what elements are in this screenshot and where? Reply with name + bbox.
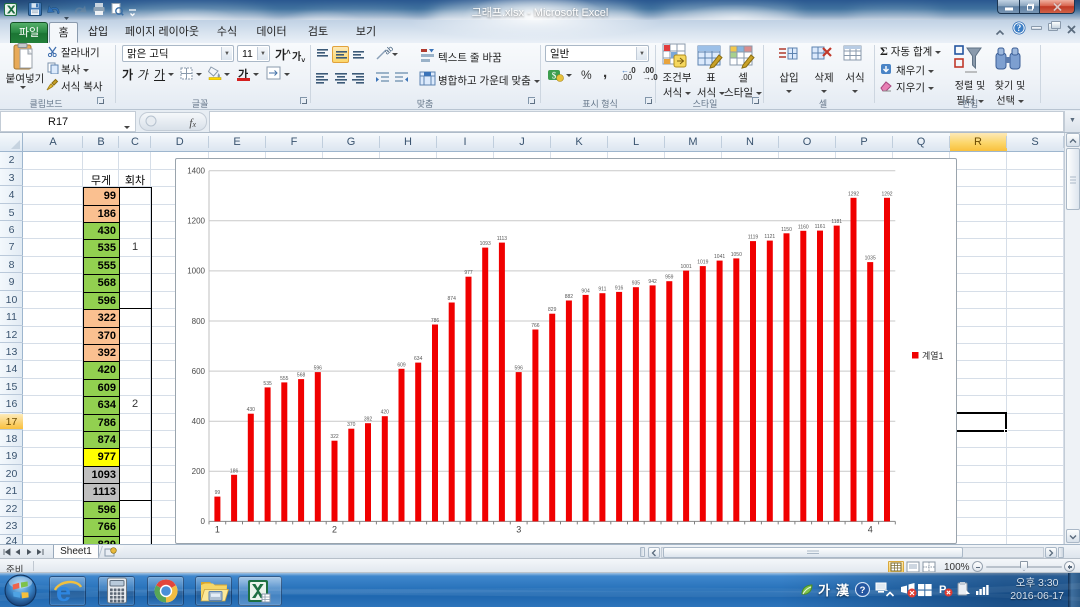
svg-text:1181: 1181 — [831, 219, 842, 225]
svg-text:fx: fx — [189, 117, 196, 129]
svg-text:1160: 1160 — [798, 224, 809, 230]
svg-text:1: 1 — [215, 524, 220, 534]
svg-text:911: 911 — [598, 287, 606, 293]
svg-text:959: 959 — [665, 275, 674, 281]
svg-text:1161: 1161 — [815, 224, 826, 230]
svg-text:942: 942 — [648, 279, 657, 285]
svg-text:99: 99 — [215, 490, 221, 496]
svg-text:1035: 1035 — [865, 256, 876, 262]
svg-text:800: 800 — [192, 317, 206, 326]
svg-text:874: 874 — [448, 296, 457, 302]
svg-text:535: 535 — [263, 381, 272, 387]
svg-text:829: 829 — [548, 307, 557, 313]
svg-text:186: 186 — [230, 468, 239, 474]
svg-text:계열1: 계열1 — [922, 350, 944, 361]
svg-text:400: 400 — [192, 417, 206, 426]
svg-text:$: $ — [552, 71, 557, 81]
svg-text:392: 392 — [364, 417, 373, 423]
svg-text:1200: 1200 — [187, 217, 205, 226]
svg-text:?: ? — [1017, 23, 1022, 33]
svg-text:1292: 1292 — [881, 191, 892, 197]
svg-text:200: 200 — [192, 467, 206, 476]
svg-text:1119: 1119 — [748, 235, 759, 241]
svg-text:0: 0 — [201, 517, 206, 526]
svg-text:904: 904 — [581, 288, 590, 294]
svg-text:882: 882 — [565, 294, 574, 300]
svg-text:1150: 1150 — [781, 227, 792, 233]
svg-text:1019: 1019 — [697, 260, 708, 266]
svg-text:935: 935 — [632, 281, 641, 287]
svg-text:555: 555 — [280, 376, 289, 382]
svg-text:1093: 1093 — [480, 241, 491, 247]
svg-text:609: 609 — [397, 362, 406, 368]
svg-text:1000: 1000 — [187, 267, 205, 276]
svg-text:?: ? — [860, 585, 866, 596]
svg-text:786: 786 — [431, 318, 440, 324]
svg-text:4: 4 — [868, 524, 873, 534]
svg-text:634: 634 — [414, 356, 423, 362]
svg-text:600: 600 — [192, 367, 206, 376]
svg-text:1113: 1113 — [497, 236, 508, 242]
svg-text:2: 2 — [332, 524, 337, 534]
svg-text:977: 977 — [464, 270, 473, 276]
svg-text:568: 568 — [297, 373, 306, 379]
svg-text:1041: 1041 — [714, 254, 725, 260]
svg-text:1121: 1121 — [764, 234, 775, 240]
svg-text:1292: 1292 — [848, 191, 859, 197]
svg-text:3: 3 — [516, 524, 521, 534]
svg-text:370: 370 — [347, 422, 356, 428]
svg-text:1001: 1001 — [681, 264, 692, 270]
svg-text:430: 430 — [247, 407, 256, 413]
svg-text:420: 420 — [381, 410, 390, 416]
svg-text:1050: 1050 — [731, 252, 742, 258]
svg-text:322: 322 — [330, 434, 339, 440]
svg-text:596: 596 — [314, 366, 323, 372]
svg-text:596: 596 — [515, 366, 524, 372]
svg-text:916: 916 — [615, 285, 624, 291]
svg-text:766: 766 — [531, 323, 540, 329]
svg-text:1400: 1400 — [187, 167, 205, 176]
